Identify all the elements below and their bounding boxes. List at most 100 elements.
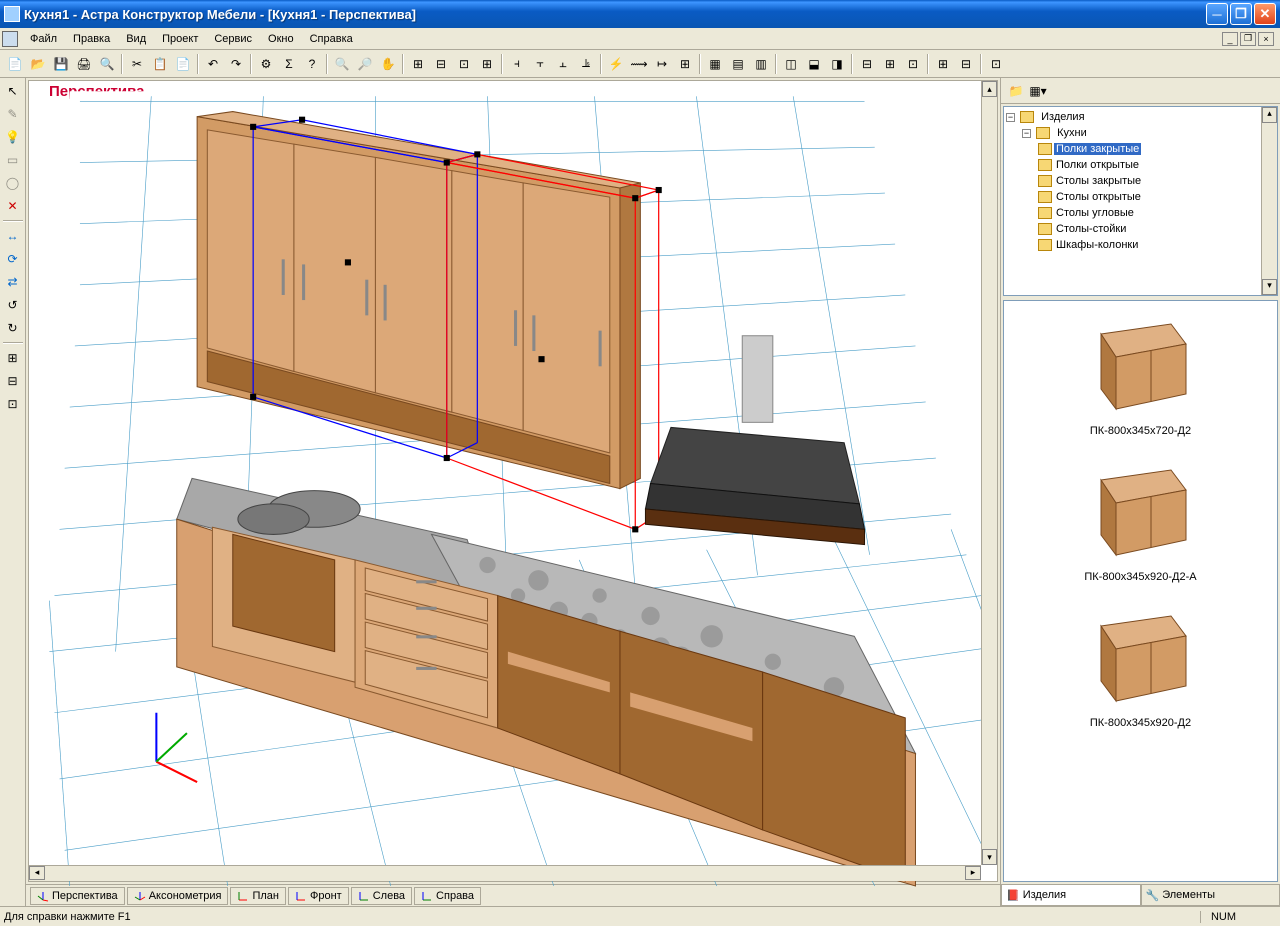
tree-item-label[interactable]: Столы угловые xyxy=(1054,207,1136,219)
open-button[interactable]: 📂 xyxy=(27,53,49,75)
pan-button[interactable]: ✋ xyxy=(377,53,399,75)
align-2-button[interactable]: ⊟ xyxy=(430,53,452,75)
tab-products[interactable]: 📕 Изделия xyxy=(1001,885,1141,906)
tree-item-label[interactable]: Полки открытые xyxy=(1054,159,1141,171)
tree-item-label[interactable]: Шкафы-колонки xyxy=(1054,239,1140,251)
tool-a-button[interactable]: ⚙ xyxy=(255,53,277,75)
tree-scrollbar[interactable]: ▴ ▾ xyxy=(1261,107,1277,295)
print-button[interactable]: 🖨 xyxy=(73,53,95,75)
tree-view[interactable]: − Изделия − Кухни Полки закрытые Полки от… xyxy=(1003,106,1278,296)
cut-button[interactable]: ✂ xyxy=(126,53,148,75)
layout-7-button[interactable]: ⊞ xyxy=(932,53,954,75)
select-tool[interactable]: ↖ xyxy=(2,80,24,102)
save-button[interactable]: 💾 xyxy=(50,53,72,75)
grid-3-button[interactable]: ▥ xyxy=(750,53,772,75)
tab-elements[interactable]: 🔧 Элементы xyxy=(1141,885,1280,906)
tool-b1-button[interactable]: ⚡ xyxy=(605,53,627,75)
ungroup-tool[interactable]: ⊟ xyxy=(2,370,24,392)
grid-2-button[interactable]: ▤ xyxy=(727,53,749,75)
tree-toggle-icon[interactable]: − xyxy=(1022,129,1031,138)
catalog-button[interactable]: 📁 xyxy=(1005,80,1027,102)
mirror-tool[interactable]: ⇄ xyxy=(2,271,24,293)
layout-8-button[interactable]: ⊟ xyxy=(955,53,977,75)
layout-1-button[interactable]: ◫ xyxy=(780,53,802,75)
draw-tool[interactable]: ✎ xyxy=(2,103,24,125)
tool-b4-button[interactable]: ⊞ xyxy=(674,53,696,75)
mdi-app-icon[interactable] xyxy=(2,31,18,47)
help-button[interactable]: ? xyxy=(301,53,323,75)
viewport-scrollbar-v[interactable]: ▴ ▾ xyxy=(981,81,997,865)
distrib-4-button[interactable]: ⫡ xyxy=(575,53,597,75)
rotate-tool[interactable]: ⟳ xyxy=(2,248,24,270)
viewport[interactable]: Перспектива xyxy=(28,80,998,882)
dims-tool[interactable]: ⊡ xyxy=(2,393,24,415)
align-4-button[interactable]: ⊞ xyxy=(476,53,498,75)
tree-item-label[interactable]: Полки закрытые xyxy=(1054,143,1141,155)
tree-item[interactable]: Столы открытые xyxy=(1038,189,1275,205)
rotate-right-tool[interactable]: ↻ xyxy=(2,317,24,339)
menu-service[interactable]: Сервис xyxy=(206,31,260,47)
tree-item[interactable]: Шкафы-колонки xyxy=(1038,237,1275,253)
menu-window[interactable]: Окно xyxy=(260,31,302,47)
distrib-2-button[interactable]: ⫟ xyxy=(529,53,551,75)
tree-item[interactable]: Столы-стойки xyxy=(1038,221,1275,237)
layout-9-button[interactable]: ⊡ xyxy=(985,53,1007,75)
menu-project[interactable]: Проект xyxy=(154,31,206,47)
tree-child[interactable]: Кухни xyxy=(1055,127,1089,139)
viewport-scrollbar-h[interactable]: ◂ ▸ xyxy=(29,865,981,881)
menu-file[interactable]: Файл xyxy=(22,31,65,47)
align-3-button[interactable]: ⊡ xyxy=(453,53,475,75)
tree-item[interactable]: Столы угловые xyxy=(1038,205,1275,221)
distrib-1-button[interactable]: ⫞ xyxy=(506,53,528,75)
rotate-left-tool[interactable]: ↺ xyxy=(2,294,24,316)
preview-item[interactable]: ПК-800х345х920-Д2-А xyxy=(1012,455,1269,583)
layout-5-button[interactable]: ⊞ xyxy=(879,53,901,75)
zoom-out-button[interactable]: 🔎 xyxy=(354,53,376,75)
viewport-canvas[interactable] xyxy=(29,81,997,896)
tree-toggle-icon[interactable]: − xyxy=(1006,113,1015,122)
close-button[interactable]: ✕ xyxy=(1254,3,1276,25)
tree-item-label[interactable]: Столы открытые xyxy=(1054,191,1143,203)
preview-item[interactable]: ПК-800х345х920-Д2 xyxy=(1012,601,1269,729)
layout-6-button[interactable]: ⊡ xyxy=(902,53,924,75)
tree-item-label[interactable]: Столы-стойки xyxy=(1054,223,1128,235)
tool-c2[interactable]: ◯ xyxy=(2,172,24,194)
redo-button[interactable]: ↷ xyxy=(225,53,247,75)
group-tool[interactable]: ⊞ xyxy=(2,347,24,369)
minimize-button[interactable]: ─ xyxy=(1206,3,1228,25)
mdi-restore-button[interactable]: ❐ xyxy=(1240,32,1256,46)
tree-item-label[interactable]: Столы закрытые xyxy=(1054,175,1143,187)
align-1-button[interactable]: ⊞ xyxy=(407,53,429,75)
grid-1-button[interactable]: ▦ xyxy=(704,53,726,75)
tree-item[interactable]: Полки открытые xyxy=(1038,157,1275,173)
copy-button[interactable]: 📋 xyxy=(149,53,171,75)
undo-button[interactable]: ↶ xyxy=(202,53,224,75)
light-tool[interactable]: 💡 xyxy=(2,126,24,148)
preview-button[interactable]: 🔍 xyxy=(96,53,118,75)
view-mode-button[interactable]: ▦▾ xyxy=(1027,80,1049,102)
mdi-minimize-button[interactable]: _ xyxy=(1222,32,1238,46)
layout-2-button[interactable]: ⬓ xyxy=(803,53,825,75)
paste-button[interactable]: 📄 xyxy=(172,53,194,75)
mdi-close-button[interactable]: × xyxy=(1258,32,1274,46)
menu-help[interactable]: Справка xyxy=(302,31,361,47)
layout-3-button[interactable]: ◨ xyxy=(826,53,848,75)
tool-c1[interactable]: ▭ xyxy=(2,149,24,171)
tool-b3-button[interactable]: ↦ xyxy=(651,53,673,75)
maximize-button[interactable]: ❐ xyxy=(1230,3,1252,25)
preview-item[interactable]: ПК-800х345х720-Д2 xyxy=(1012,309,1269,437)
distrib-3-button[interactable]: ⫠ xyxy=(552,53,574,75)
layout-4-button[interactable]: ⊟ xyxy=(856,53,878,75)
tree-item[interactable]: Столы закрытые xyxy=(1038,173,1275,189)
move-tool[interactable]: ↔ xyxy=(2,225,24,247)
zoom-in-button[interactable]: 🔍 xyxy=(331,53,353,75)
menu-view[interactable]: Вид xyxy=(118,31,154,47)
delete-tool[interactable]: ✕ xyxy=(2,195,24,217)
tool-b2-button[interactable]: ⟿ xyxy=(628,53,650,75)
tree-item[interactable]: Полки закрытые xyxy=(1038,141,1275,157)
menu-edit[interactable]: Правка xyxy=(65,31,118,47)
preview-list[interactable]: ПК-800х345х720-Д2 ПК-800х345х920-Д2-А ПК-8… xyxy=(1003,300,1278,882)
new-button[interactable]: 📄 xyxy=(4,53,26,75)
tree-root[interactable]: Изделия xyxy=(1039,111,1086,123)
sum-button[interactable]: Σ xyxy=(278,53,300,75)
